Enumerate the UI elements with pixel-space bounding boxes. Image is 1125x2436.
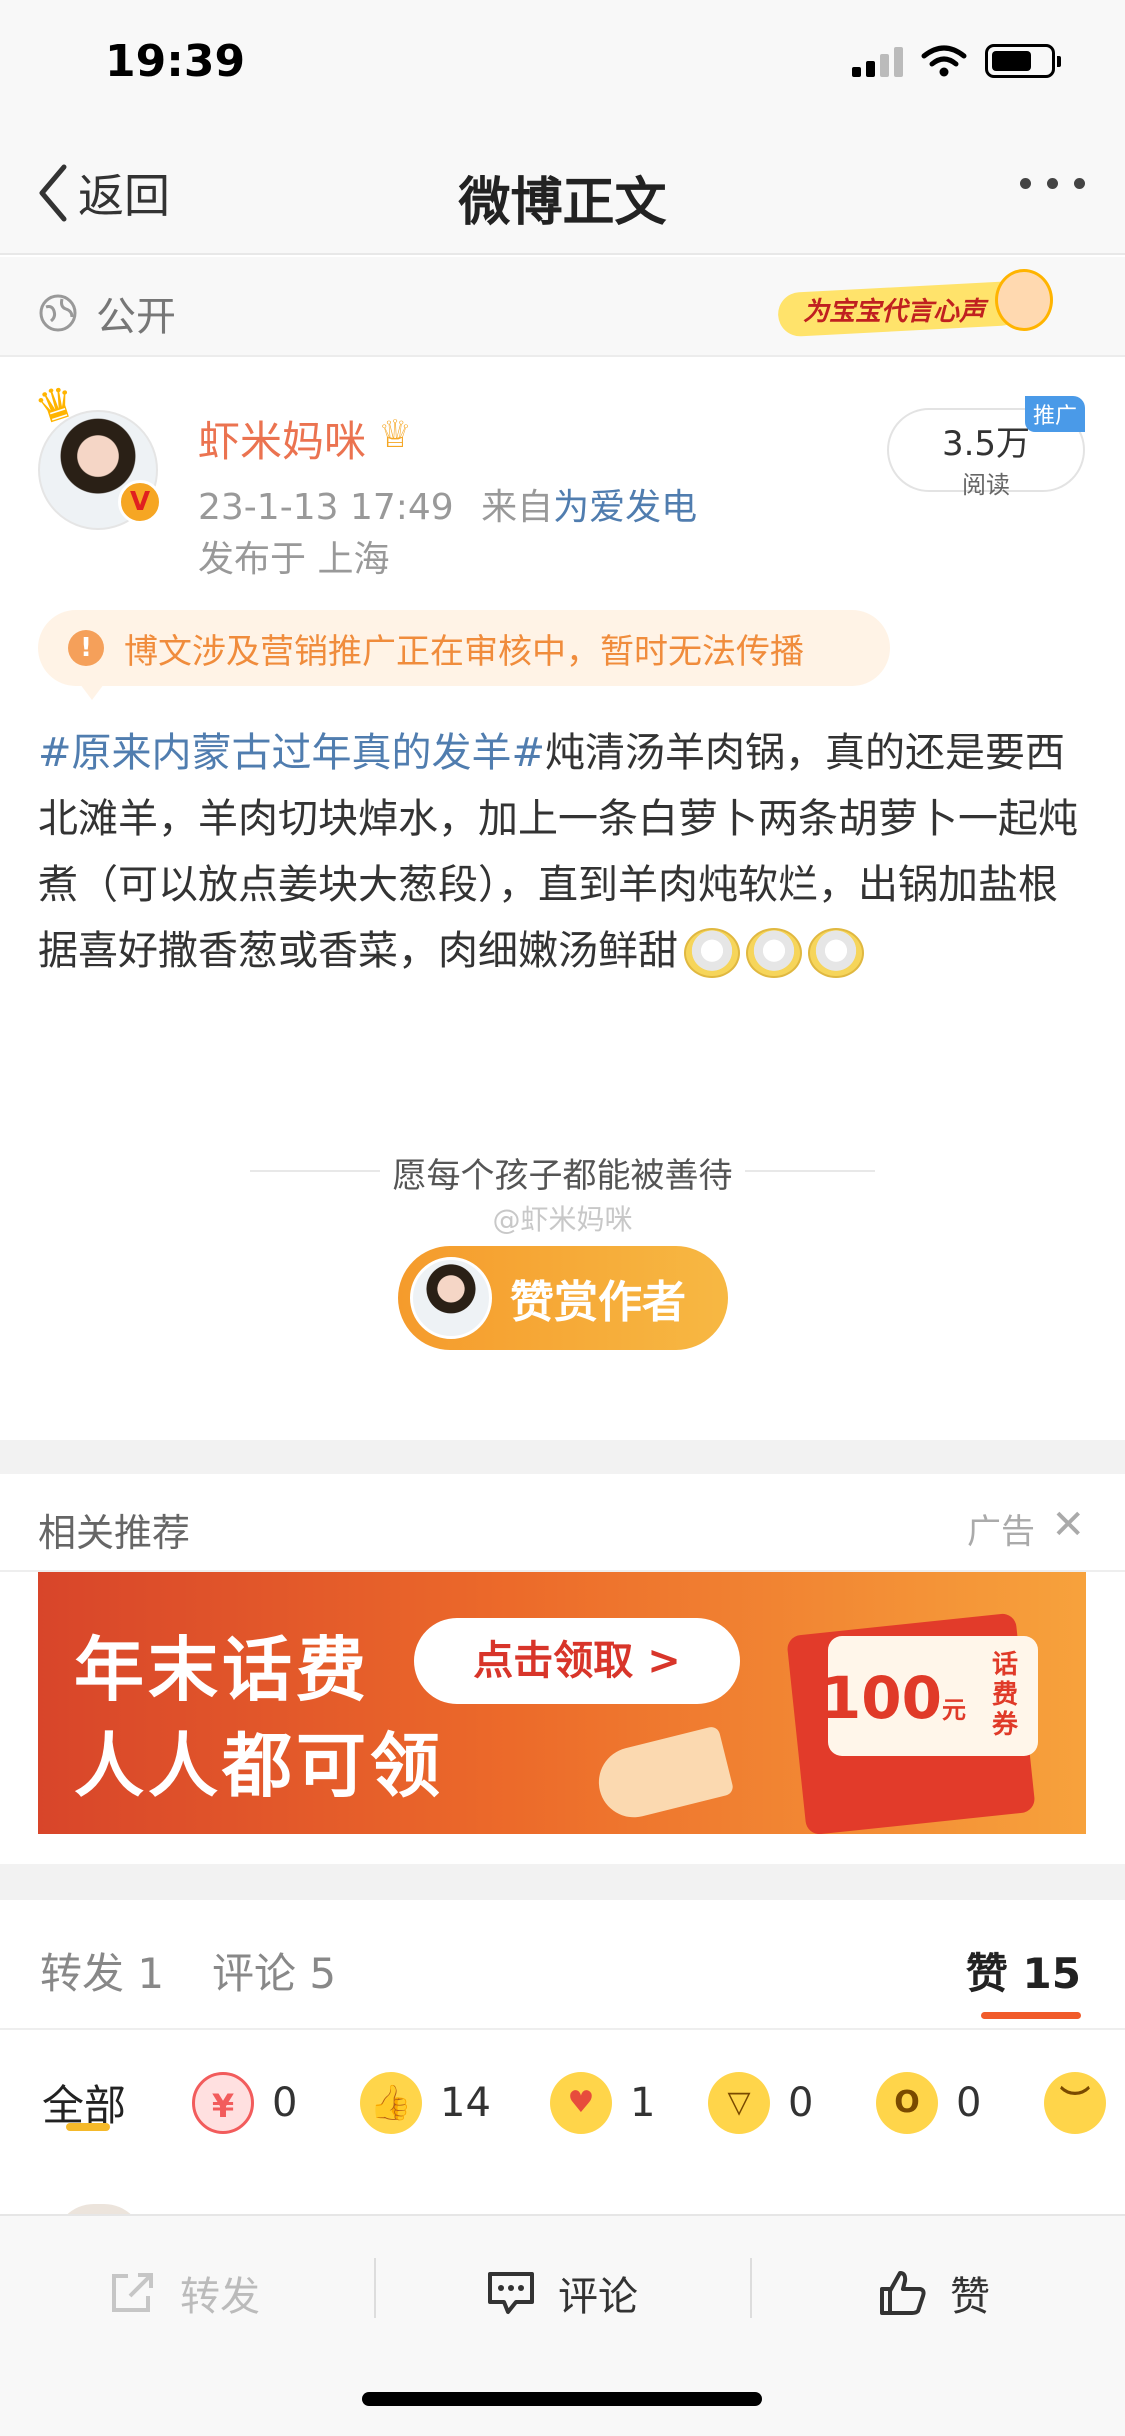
share-icon [112,2273,153,2312]
campaign-text: 为宝宝代言心声 [803,297,986,327]
reward-subtitle: 愿每个孩子都能被善待 [392,1156,733,1196]
page-title: 微博正文 [458,173,667,233]
more-dot-icon [1020,178,1031,189]
like-button[interactable]: 赞 [878,2264,990,2322]
post-timestamp: 23-1-13 17:49 [198,487,454,528]
warning-text: 博文涉及营销推广正在审核中，暂时无法传播 [124,631,804,672]
status-bar: 19:39 [0,0,1125,130]
reward-button-label: 赞赏作者 [510,1277,686,1328]
reaction-item[interactable]: O 0 [876,2072,981,2134]
thumbs-up-icon [880,2271,926,2315]
megaphone-icon [591,1725,735,1825]
reaction-count: 0 [956,2080,982,2126]
home-indicator [362,2392,762,2406]
tab-likes[interactable]: 赞 15 [966,1940,1081,2001]
post-meta: 23-1-13 17:49 来自为爱发电 [198,478,697,530]
coupon-label: 话费券 [992,1650,1019,1740]
vip-badge-icon: ♕ [378,412,413,456]
reaction-count: 0 [788,2080,814,2126]
visibility-indicator: 公开 [38,284,176,342]
battery-icon [985,44,1061,78]
warning-tail [80,684,104,700]
cellular-signal-icon [852,45,903,77]
emoji-icon [808,928,864,978]
wifi-icon [921,45,967,77]
review-warning: ! 博文涉及营销推广正在审核中，暂时无法传播 [38,610,890,686]
emoji-icon [684,928,740,978]
reaction-item[interactable]: ︶ [1044,2072,1106,2134]
hashtag-link[interactable]: #原来内蒙古过年真的发羊# [38,730,545,776]
kiss-face-icon: ♥ [550,2072,612,2134]
author-name[interactable]: 虾米妈咪 [198,408,366,469]
status-icons [852,44,1061,78]
heart-yuan-icon: ¥ [192,2072,254,2134]
emoji-icon [746,928,802,978]
verified-badge-icon: V [118,480,162,524]
laugh-face-icon: ▽ [708,2072,770,2134]
comment-button[interactable]: 评论 [486,2264,638,2322]
read-count-box[interactable]: 3.5万 阅读 推广 [887,396,1085,499]
visibility-label: 公开 [96,294,176,340]
reaction-item[interactable]: ▽ 0 [708,2072,813,2134]
more-dot-icon [1074,178,1085,189]
recommend-header: 相关推荐 广告 ✕ [0,1474,1125,1574]
divider [750,2258,752,2318]
ad-headline: 年末话费 [74,1629,370,1711]
promote-tag: 推广 [1024,396,1085,432]
ad-subheadline: 人人都可领 [74,1725,444,1807]
read-label: 阅读 [962,471,1010,499]
sad-face-icon: ︶ [1044,2072,1106,2134]
like-label: 赞 [950,2274,990,2320]
reaction-item[interactable]: ♥ 1 [550,2072,655,2134]
campaign-badge[interactable]: 为宝宝代言心声 [763,269,1053,341]
reaction-item[interactable]: 👍 14 [360,2072,491,2134]
recommend-title: 相关推荐 [38,1511,191,1555]
source-link[interactable]: 为爱发电 [553,487,697,528]
interaction-tabs: 转发 1 评论 5 赞 15 [0,1900,1125,2030]
status-time: 19:39 [105,36,246,87]
reward-author-button[interactable]: 赞赏作者 [398,1246,728,1350]
more-options-button[interactable] [1020,178,1085,189]
section-gap [0,1440,1125,1474]
weibo-watermark: @虾米妈咪 [492,1203,633,1236]
repost-button[interactable]: 转发 [108,2264,260,2322]
active-tab-indicator [981,2012,1081,2019]
tab-reposts[interactable]: 转发 1 [40,1940,164,2001]
surprised-face-icon: O [876,2072,938,2134]
comment-label: 评论 [558,2274,638,2320]
ad-banner[interactable]: 年末话费 人人都可领 点击领取 > 100元 话费券 [38,1572,1086,1834]
active-reaction-indicator [66,2123,110,2131]
comment-icon [488,2272,534,2314]
avatar [410,1257,492,1339]
globe-icon [39,294,77,332]
ad-cta-button[interactable]: 点击领取 > [414,1618,740,1704]
tab-comments[interactable]: 评论 5 [212,1940,336,2001]
baby-face-icon [995,269,1053,331]
coupon-amount: 100元 [820,1664,966,1732]
post-location: 发布于 上海 [198,539,390,580]
repost-label: 转发 [180,2274,260,2320]
more-dot-icon [1047,178,1058,189]
ad-label: 广告 [967,1512,1035,1552]
close-icon[interactable]: ✕ [1051,1502,1085,1548]
thumbs-up-icon: 👍 [360,2072,422,2134]
source-prefix: 来自 [481,487,554,528]
reaction-item[interactable]: ¥ 0 [192,2072,297,2134]
nav-bar: 返回 微博正文 [0,130,1125,255]
post-body: #原来内蒙古过年真的发羊#炖清汤羊肉锅，真的还是要西北滩羊，羊肉切块焯水，加上一… [38,720,1088,984]
reaction-count: 14 [440,2080,491,2126]
info-icon: ! [68,630,104,666]
visibility-bar: 公开 为宝宝代言心声 [0,257,1125,357]
reaction-filter: 全部 ¥ 0 👍 14 ♥ 1 ▽ 0 O 0 ︶ [0,2032,1125,2182]
divider [374,2258,376,2318]
reaction-count: 0 [272,2080,298,2126]
reaction-count: 1 [630,2080,656,2126]
author-header: ♛ V 虾米妈咪 ♕ 23-1-13 17:49 来自为爱发电 发布于 上海 3… [0,360,1125,580]
section-gap [0,1864,1125,1900]
